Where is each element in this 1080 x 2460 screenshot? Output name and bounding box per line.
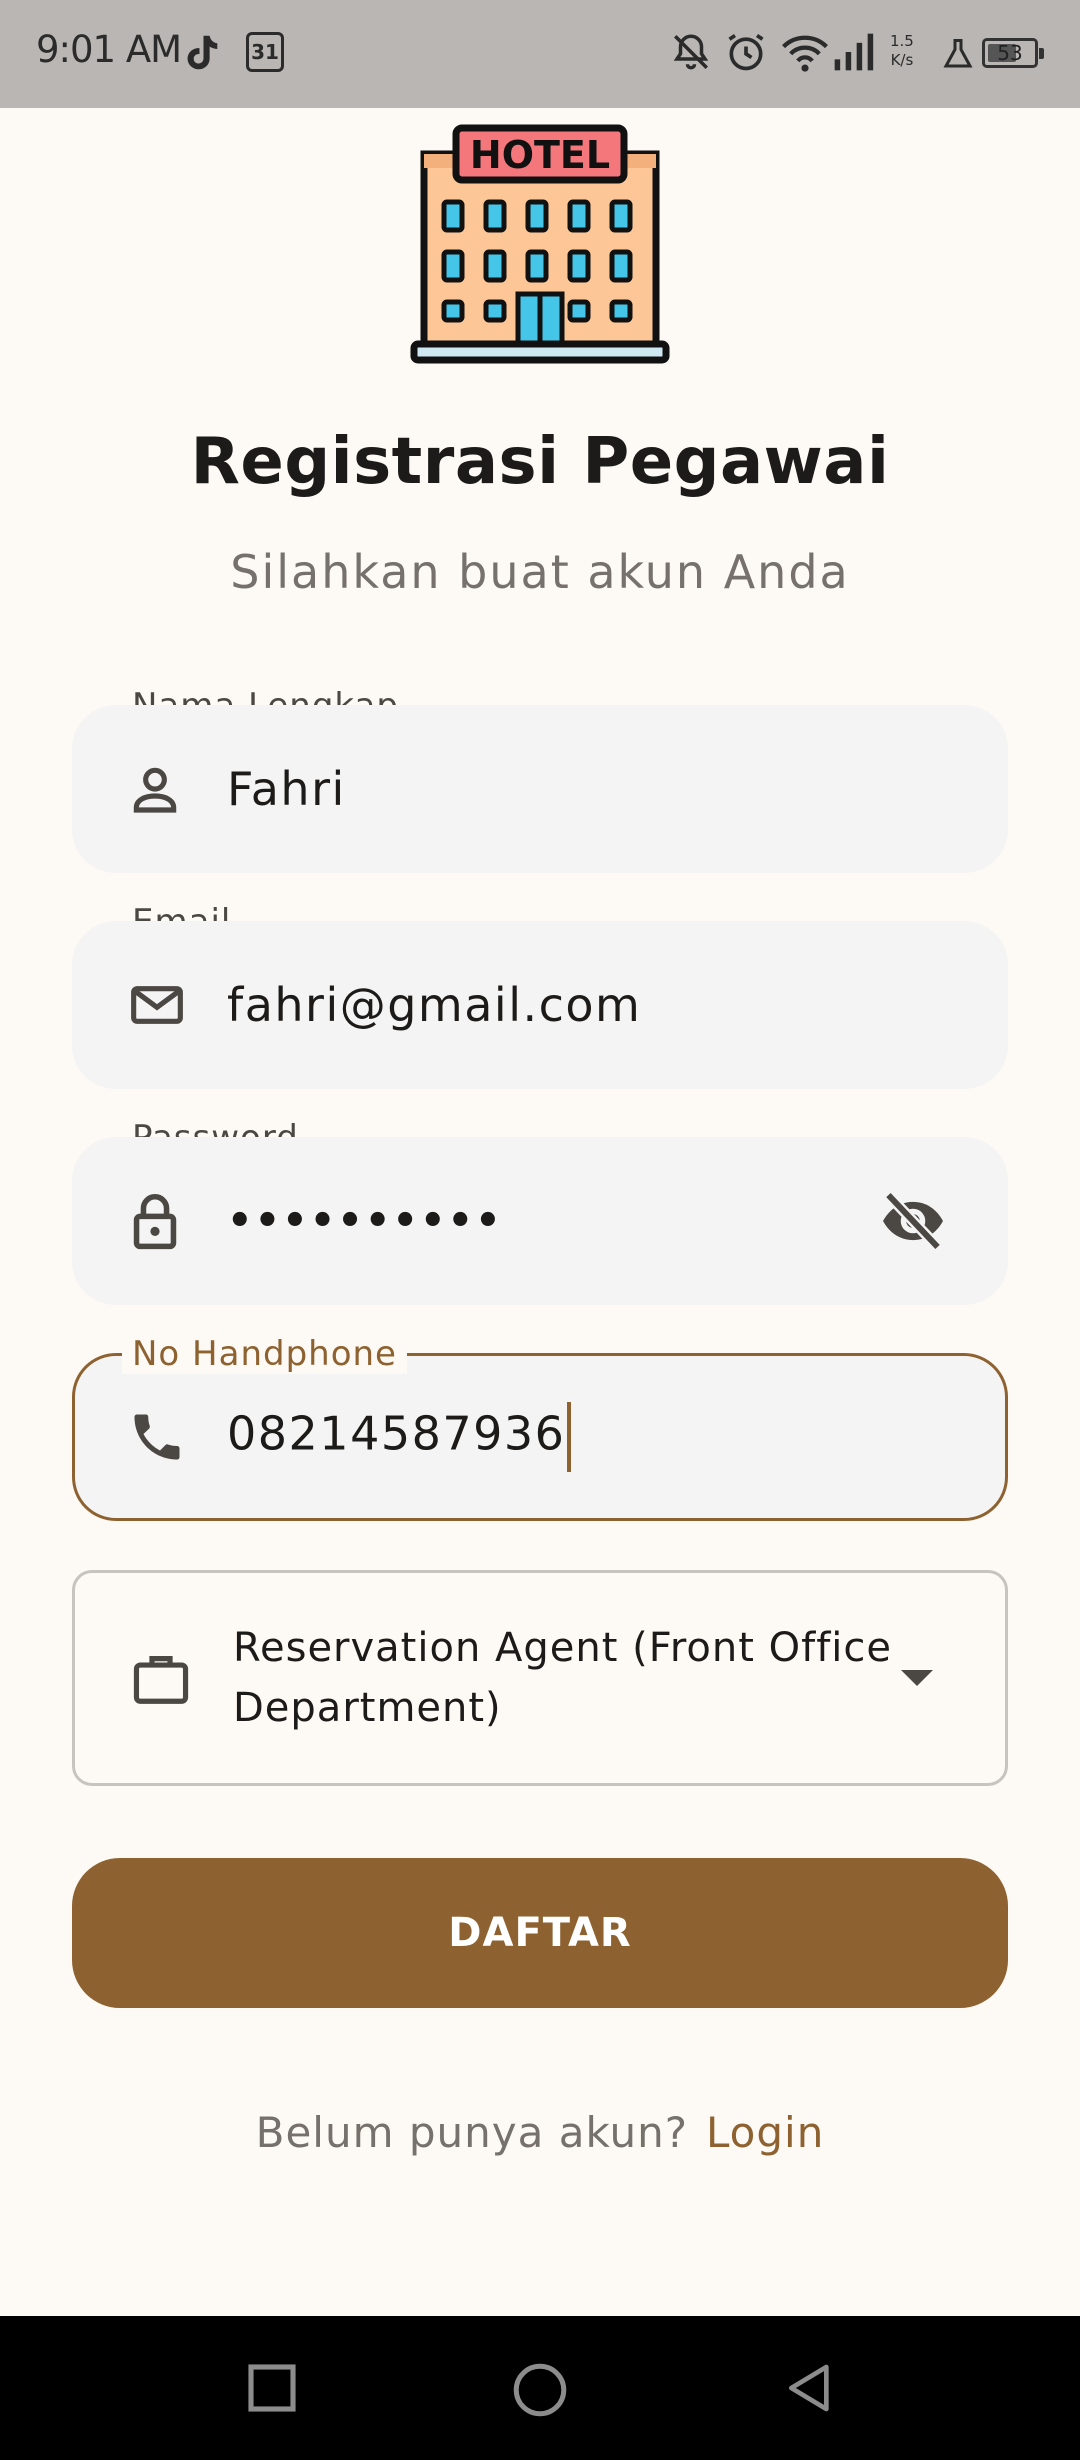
hotel-logo: HOTEL: [410, 124, 670, 364]
password-field[interactable]: ••••••••••: [72, 1137, 1008, 1305]
battery-icon: 53: [982, 38, 1044, 68]
alarm-icon: [728, 33, 764, 71]
home-icon[interactable]: [510, 2360, 570, 2420]
flask-icon: [943, 39, 973, 68]
bell-off-icon: [673, 34, 709, 70]
text-cursor: [567, 1402, 572, 1472]
password-value: ••••••••••: [227, 1198, 503, 1244]
phone-icon: [134, 1414, 180, 1460]
eye-off-icon[interactable]: [878, 1191, 948, 1251]
logo-text: HOTEL: [470, 133, 610, 177]
phone-value: 08214587936: [227, 1402, 572, 1472]
phone-field[interactable]: 08214587936: [72, 1353, 1008, 1521]
wifi-icon: [782, 35, 828, 72]
person-icon: [133, 767, 177, 813]
navigation-bar: [0, 2316, 1080, 2460]
tiktok-icon: [187, 35, 218, 70]
position-value: Reservation Agent (Front Office Departme…: [233, 1625, 892, 1731]
email-value: fahri@gmail.com: [227, 978, 642, 1032]
email-field[interactable]: fahri@gmail.com: [72, 921, 1008, 1089]
back-icon[interactable]: [782, 2360, 838, 2416]
phone-field-label: No Handphone: [122, 1334, 407, 1374]
dropdown-arrow-icon: [901, 1670, 933, 1686]
status-time: 9:01 AM: [36, 28, 182, 71]
login-prompt: Belum punya akun?: [255, 2108, 689, 2157]
page-subtitle: Silahkan buat akun Anda: [230, 545, 850, 599]
login-link[interactable]: Login: [706, 2108, 824, 2157]
recents-icon[interactable]: [244, 2360, 300, 2416]
signal-icon: [834, 33, 874, 71]
position-dropdown[interactable]: Reservation Agent (Front Office Departme…: [72, 1570, 1008, 1786]
calendar-day: 31: [251, 40, 279, 64]
briefcase-icon: [133, 1656, 189, 1704]
name-field[interactable]: Fahri: [72, 705, 1008, 873]
mail-icon: [131, 986, 183, 1024]
login-prompt-row: Belum punya akun? Login: [0, 2108, 1080, 2157]
network-speed: 1.5 K/s: [890, 32, 914, 69]
calendar-icon: 31: [246, 32, 284, 72]
status-bar: 9:01 AM 31 1.5 K/s 53: [0, 0, 1080, 108]
register-button[interactable]: DAFTAR: [72, 1858, 1008, 2008]
lock-icon: [133, 1194, 177, 1250]
page-title: Registrasi Pegawai: [190, 425, 890, 499]
name-value: Fahri: [227, 762, 346, 816]
